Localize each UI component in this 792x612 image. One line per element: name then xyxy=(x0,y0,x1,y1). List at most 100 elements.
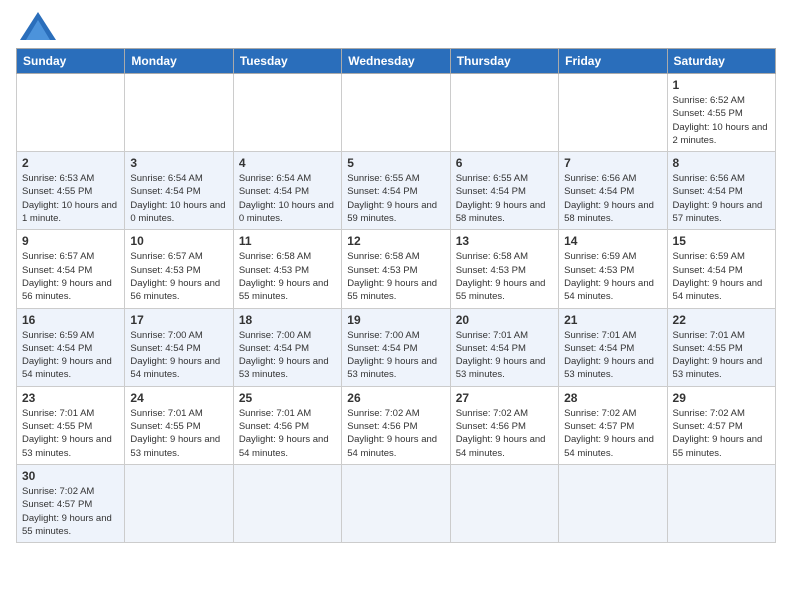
day-number: 4 xyxy=(239,156,336,170)
day-info: Sunrise: 7:02 AM Sunset: 4:56 PM Dayligh… xyxy=(347,407,444,460)
day-info: Sunrise: 6:59 AM Sunset: 4:53 PM Dayligh… xyxy=(564,250,661,303)
calendar-cell: 30 Sunrise: 7:02 AM Sunset: 4:57 PM Dayli… xyxy=(17,464,125,542)
day-info: Sunrise: 6:54 AM Sunset: 4:54 PM Dayligh… xyxy=(239,172,336,225)
day-info: Sunrise: 6:59 AM Sunset: 4:54 PM Dayligh… xyxy=(22,329,119,382)
day-info: Sunrise: 7:01 AM Sunset: 4:54 PM Dayligh… xyxy=(564,329,661,382)
day-number: 1 xyxy=(673,78,770,92)
day-number: 29 xyxy=(673,391,770,405)
calendar-cell xyxy=(450,464,558,542)
day-number: 30 xyxy=(22,469,119,483)
day-info: Sunrise: 6:55 AM Sunset: 4:54 PM Dayligh… xyxy=(456,172,553,225)
logo xyxy=(16,16,56,40)
calendar-cell: 28Sunrise: 7:02 AM Sunset: 4:57 PM Dayli… xyxy=(559,386,667,464)
day-info: Sunrise: 6:53 AM Sunset: 4:55 PM Dayligh… xyxy=(22,172,119,225)
calendar-cell: 17Sunrise: 7:00 AM Sunset: 4:54 PM Dayli… xyxy=(125,308,233,386)
calendar-cell: 2Sunrise: 6:53 AM Sunset: 4:55 PM Daylig… xyxy=(17,152,125,230)
header xyxy=(16,16,776,40)
day-info: Sunrise: 6:59 AM Sunset: 4:54 PM Dayligh… xyxy=(673,250,770,303)
calendar-cell: 14Sunrise: 6:59 AM Sunset: 4:53 PM Dayli… xyxy=(559,230,667,308)
day-number: 13 xyxy=(456,234,553,248)
day-number: 7 xyxy=(564,156,661,170)
day-info: Sunrise: 6:58 AM Sunset: 4:53 PM Dayligh… xyxy=(239,250,336,303)
calendar-cell: 15 Sunrise: 6:59 AM Sunset: 4:54 PM Dayli… xyxy=(667,230,775,308)
day-info: Sunrise: 6:56 AM Sunset: 4:54 PM Dayligh… xyxy=(673,172,770,225)
weekday-header-sunday: Sunday xyxy=(17,49,125,74)
day-info: Sunrise: 7:01 AM Sunset: 4:55 PM Dayligh… xyxy=(673,329,770,382)
logo-icon xyxy=(20,12,56,40)
day-number: 10 xyxy=(130,234,227,248)
week-row-2: 2Sunrise: 6:53 AM Sunset: 4:55 PM Daylig… xyxy=(17,152,776,230)
day-info: Sunrise: 7:00 AM Sunset: 4:54 PM Dayligh… xyxy=(347,329,444,382)
day-info: Sunrise: 7:01 AM Sunset: 4:55 PM Dayligh… xyxy=(22,407,119,460)
week-row-6: 30 Sunrise: 7:02 AM Sunset: 4:57 PM Dayli… xyxy=(17,464,776,542)
calendar-cell: 16 Sunrise: 6:59 AM Sunset: 4:54 PM Dayli… xyxy=(17,308,125,386)
day-info: Sunrise: 6:54 AM Sunset: 4:54 PM Dayligh… xyxy=(130,172,227,225)
week-row-3: 9 Sunrise: 6:57 AM Sunset: 4:54 PM Daylig… xyxy=(17,230,776,308)
calendar-cell xyxy=(125,74,233,152)
calendar-cell: 25Sunrise: 7:01 AM Sunset: 4:56 PM Dayli… xyxy=(233,386,341,464)
calendar-cell: 19 Sunrise: 7:00 AM Sunset: 4:54 PM Dayli… xyxy=(342,308,450,386)
calendar-cell: 26 Sunrise: 7:02 AM Sunset: 4:56 PM Dayli… xyxy=(342,386,450,464)
calendar-cell: 29 Sunrise: 7:02 AM Sunset: 4:57 PM Dayli… xyxy=(667,386,775,464)
week-row-5: 23 Sunrise: 7:01 AM Sunset: 4:55 PM Dayli… xyxy=(17,386,776,464)
calendar-cell: 1 Sunrise: 6:52 AM Sunset: 4:55 PM Daylig… xyxy=(667,74,775,152)
day-number: 21 xyxy=(564,313,661,327)
day-number: 16 xyxy=(22,313,119,327)
calendar-cell: 13 Sunrise: 6:58 AM Sunset: 4:53 PM Dayli… xyxy=(450,230,558,308)
calendar-cell: 24 Sunrise: 7:01 AM Sunset: 4:55 PM Dayli… xyxy=(125,386,233,464)
calendar-cell: 27 Sunrise: 7:02 AM Sunset: 4:56 PM Dayli… xyxy=(450,386,558,464)
day-info: Sunrise: 7:01 AM Sunset: 4:55 PM Dayligh… xyxy=(130,407,227,460)
calendar-cell xyxy=(559,464,667,542)
calendar-cell: 20Sunrise: 7:01 AM Sunset: 4:54 PM Dayli… xyxy=(450,308,558,386)
calendar-cell: 23 Sunrise: 7:01 AM Sunset: 4:55 PM Dayli… xyxy=(17,386,125,464)
weekday-header-saturday: Saturday xyxy=(667,49,775,74)
calendar-cell: 8 Sunrise: 6:56 AM Sunset: 4:54 PM Daylig… xyxy=(667,152,775,230)
day-number: 24 xyxy=(130,391,227,405)
calendar-cell xyxy=(233,74,341,152)
day-info: Sunrise: 7:02 AM Sunset: 4:56 PM Dayligh… xyxy=(456,407,553,460)
day-number: 11 xyxy=(239,234,336,248)
calendar-cell: 9 Sunrise: 6:57 AM Sunset: 4:54 PM Daylig… xyxy=(17,230,125,308)
day-info: Sunrise: 6:58 AM Sunset: 4:53 PM Dayligh… xyxy=(347,250,444,303)
calendar-cell: 4 Sunrise: 6:54 AM Sunset: 4:54 PM Daylig… xyxy=(233,152,341,230)
day-info: Sunrise: 6:58 AM Sunset: 4:53 PM Dayligh… xyxy=(456,250,553,303)
week-row-4: 16 Sunrise: 6:59 AM Sunset: 4:54 PM Dayli… xyxy=(17,308,776,386)
calendar-cell xyxy=(342,74,450,152)
day-info: Sunrise: 7:01 AM Sunset: 4:54 PM Dayligh… xyxy=(456,329,553,382)
day-number: 26 xyxy=(347,391,444,405)
day-info: Sunrise: 7:02 AM Sunset: 4:57 PM Dayligh… xyxy=(22,485,119,538)
calendar-cell: 21 Sunrise: 7:01 AM Sunset: 4:54 PM Dayli… xyxy=(559,308,667,386)
day-info: Sunrise: 6:55 AM Sunset: 4:54 PM Dayligh… xyxy=(347,172,444,225)
weekday-header-wednesday: Wednesday xyxy=(342,49,450,74)
calendar-cell: 22 Sunrise: 7:01 AM Sunset: 4:55 PM Dayli… xyxy=(667,308,775,386)
day-info: Sunrise: 7:02 AM Sunset: 4:57 PM Dayligh… xyxy=(673,407,770,460)
day-number: 22 xyxy=(673,313,770,327)
calendar-cell xyxy=(17,74,125,152)
calendar-cell: 6Sunrise: 6:55 AM Sunset: 4:54 PM Daylig… xyxy=(450,152,558,230)
day-number: 12 xyxy=(347,234,444,248)
weekday-header-row: SundayMondayTuesdayWednesdayThursdayFrid… xyxy=(17,49,776,74)
weekday-header-thursday: Thursday xyxy=(450,49,558,74)
day-info: Sunrise: 7:00 AM Sunset: 4:54 PM Dayligh… xyxy=(239,329,336,382)
calendar-cell: 7 Sunrise: 6:56 AM Sunset: 4:54 PM Daylig… xyxy=(559,152,667,230)
calendar-cell: 10 Sunrise: 6:57 AM Sunset: 4:53 PM Dayli… xyxy=(125,230,233,308)
day-number: 19 xyxy=(347,313,444,327)
day-number: 23 xyxy=(22,391,119,405)
calendar-cell xyxy=(125,464,233,542)
day-info: Sunrise: 6:52 AM Sunset: 4:55 PM Dayligh… xyxy=(673,94,770,147)
day-number: 25 xyxy=(239,391,336,405)
calendar-cell xyxy=(342,464,450,542)
day-number: 15 xyxy=(673,234,770,248)
day-number: 27 xyxy=(456,391,553,405)
day-number: 9 xyxy=(22,234,119,248)
day-info: Sunrise: 6:56 AM Sunset: 4:54 PM Dayligh… xyxy=(564,172,661,225)
weekday-header-friday: Friday xyxy=(559,49,667,74)
calendar-cell: 18Sunrise: 7:00 AM Sunset: 4:54 PM Dayli… xyxy=(233,308,341,386)
day-number: 8 xyxy=(673,156,770,170)
day-number: 17 xyxy=(130,313,227,327)
day-info: Sunrise: 6:57 AM Sunset: 4:53 PM Dayligh… xyxy=(130,250,227,303)
weekday-header-tuesday: Tuesday xyxy=(233,49,341,74)
day-number: 3 xyxy=(130,156,227,170)
calendar-cell xyxy=(667,464,775,542)
day-info: Sunrise: 6:57 AM Sunset: 4:54 PM Dayligh… xyxy=(22,250,119,303)
